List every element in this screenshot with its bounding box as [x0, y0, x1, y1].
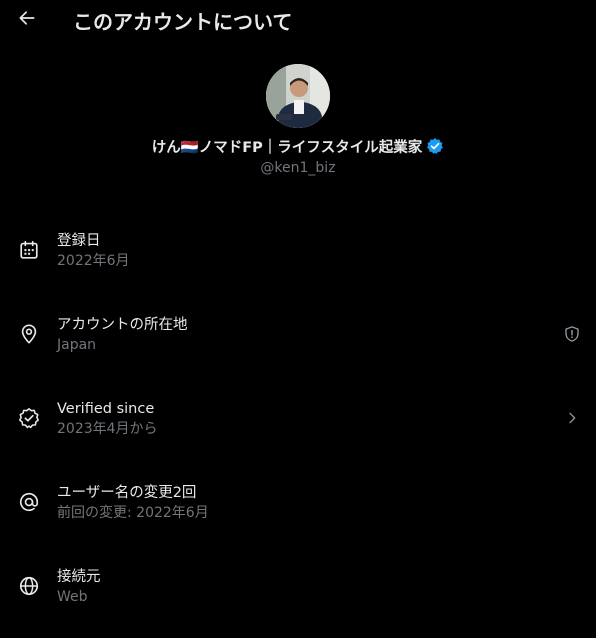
shield-alert-icon[interactable] [562, 324, 582, 344]
chevron-right-icon [562, 408, 582, 428]
info-item-username-changes: ユーザー名の変更2回 前回の変更: 2022年6月 [0, 470, 596, 554]
back-button[interactable] [12, 4, 42, 32]
info-label: ユーザー名の変更2回 [57, 485, 197, 501]
info-label: Verified since [57, 401, 155, 417]
verified-badge-icon [427, 138, 444, 154]
info-value: Web [57, 589, 88, 605]
info-value: 前回の変更: 2022年6月 [57, 505, 209, 521]
info-label: 登録日 [57, 233, 101, 249]
info-item-verified[interactable]: Verified since 2023年4月から [0, 386, 596, 470]
profile-summary: けん🇳🇱ノマドFP｜ライフスタイル起業家 @ken1_biz [0, 64, 596, 176]
top-bar: このアカウントについて [0, 0, 596, 38]
info-item-location: アカウントの所在地 Japan [0, 302, 596, 386]
info-value: Japan [57, 337, 97, 353]
account-info-list: 登録日 2022年6月 アカウントの所在地 Japan Verified sin… [0, 218, 596, 638]
info-value: 2023年4月から [57, 421, 158, 437]
verified-check-icon [17, 406, 41, 430]
info-label: 接続元 [57, 569, 101, 585]
info-item-connected-via: 接続元 Web [0, 554, 596, 638]
at-sign-icon [17, 490, 41, 514]
arrow-left-icon [19, 11, 35, 25]
display-name: けん🇳🇱ノマドFP｜ライフスタイル起業家 [151, 139, 423, 156]
handle: @ken1_biz [260, 160, 336, 176]
page-title: このアカウントについて [73, 10, 293, 34]
calendar-icon [17, 238, 41, 262]
info-item-joined: 登録日 2022年6月 [0, 218, 596, 302]
info-value: 2022年6月 [57, 253, 130, 269]
globe-icon [17, 574, 41, 598]
name-row: けん🇳🇱ノマドFP｜ライフスタイル起業家 [0, 136, 596, 156]
avatar[interactable] [266, 64, 330, 128]
about-account-screen: このアカウントについて けん🇳🇱ノマドFP｜ライフスタイル起業家 @ken1_b… [0, 0, 596, 636]
info-label: アカウントの所在地 [57, 317, 188, 333]
location-pin-icon [17, 322, 41, 346]
avatar-photo [266, 64, 330, 128]
